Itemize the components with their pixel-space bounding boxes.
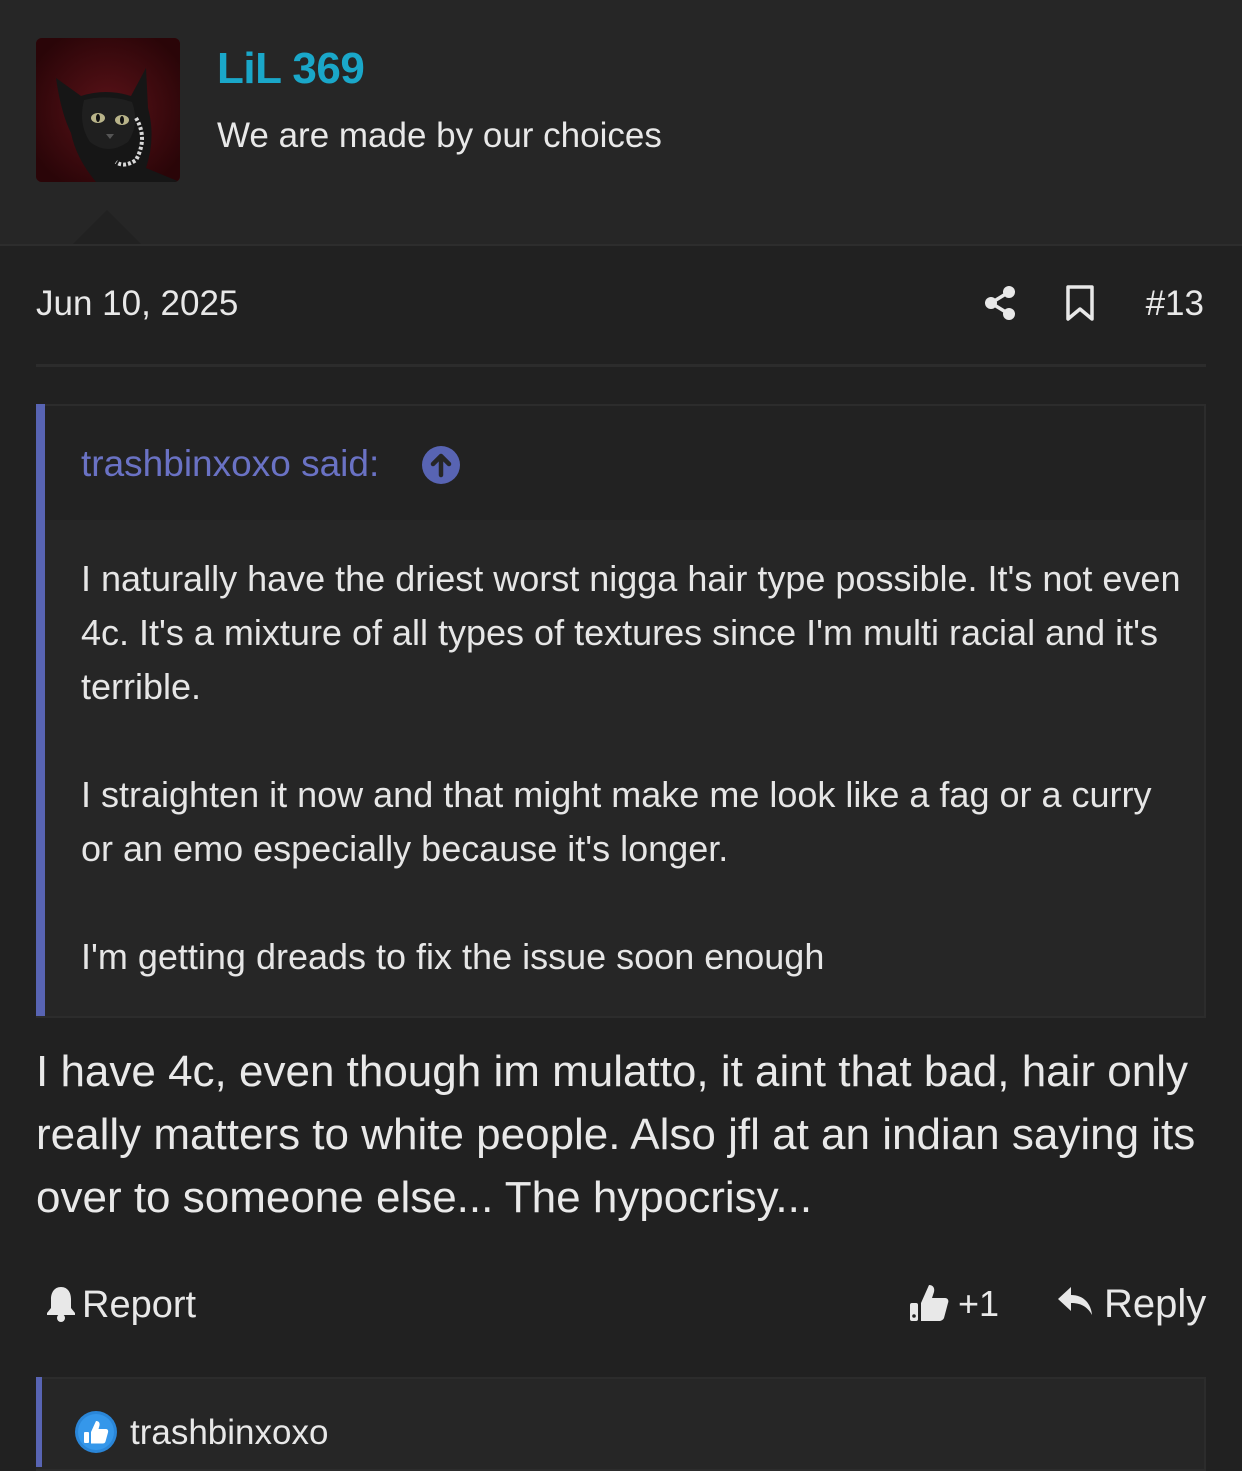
quote-body: I naturally have the driest worst nigga … [81,552,1181,1038]
quote-paragraph: I'm getting dreads to fix the issue soon… [81,936,825,977]
avatar[interactable] [36,38,180,182]
post-body: I have 4c, even though im mulatto, it ai… [36,1047,1196,1222]
like-badge-icon [74,1410,118,1454]
divider [36,364,1206,367]
quote-accent-bar [36,404,45,1016]
bookmark-icon[interactable] [1064,284,1096,322]
quote-paragraph: I naturally have the driest worst nigga … [81,558,1181,707]
bell-icon [44,1284,78,1327]
user-title: We are made by our choices [217,116,662,155]
reply-button[interactable]: Reply [1056,1280,1206,1328]
quote-paragraph: I straighten it now and that might make … [81,774,1152,869]
username[interactable]: LiL 369 [217,44,365,94]
post-date[interactable]: Jun 10, 2025 [36,284,238,324]
thumbs-up-icon [908,1281,950,1328]
like-button[interactable]: +1 [908,1280,999,1328]
share-icon[interactable] [982,284,1018,322]
reaction-user[interactable]: trashbinxoxo [130,1413,328,1453]
message-pointer [73,210,141,244]
reactions-accent-bar [36,1377,42,1467]
report-button[interactable]: Report [44,1282,196,1328]
post-number[interactable]: #13 [1146,284,1204,324]
arrow-up-circle-icon[interactable] [421,445,461,485]
cat-avatar-image [36,38,180,182]
reply-label: Reply [1104,1281,1207,1326]
report-label: Report [82,1283,197,1326]
quote-author[interactable]: trashbinxoxo said: [81,443,379,485]
like-count: +1 [958,1283,1000,1324]
reply-arrow-icon [1056,1285,1094,1324]
